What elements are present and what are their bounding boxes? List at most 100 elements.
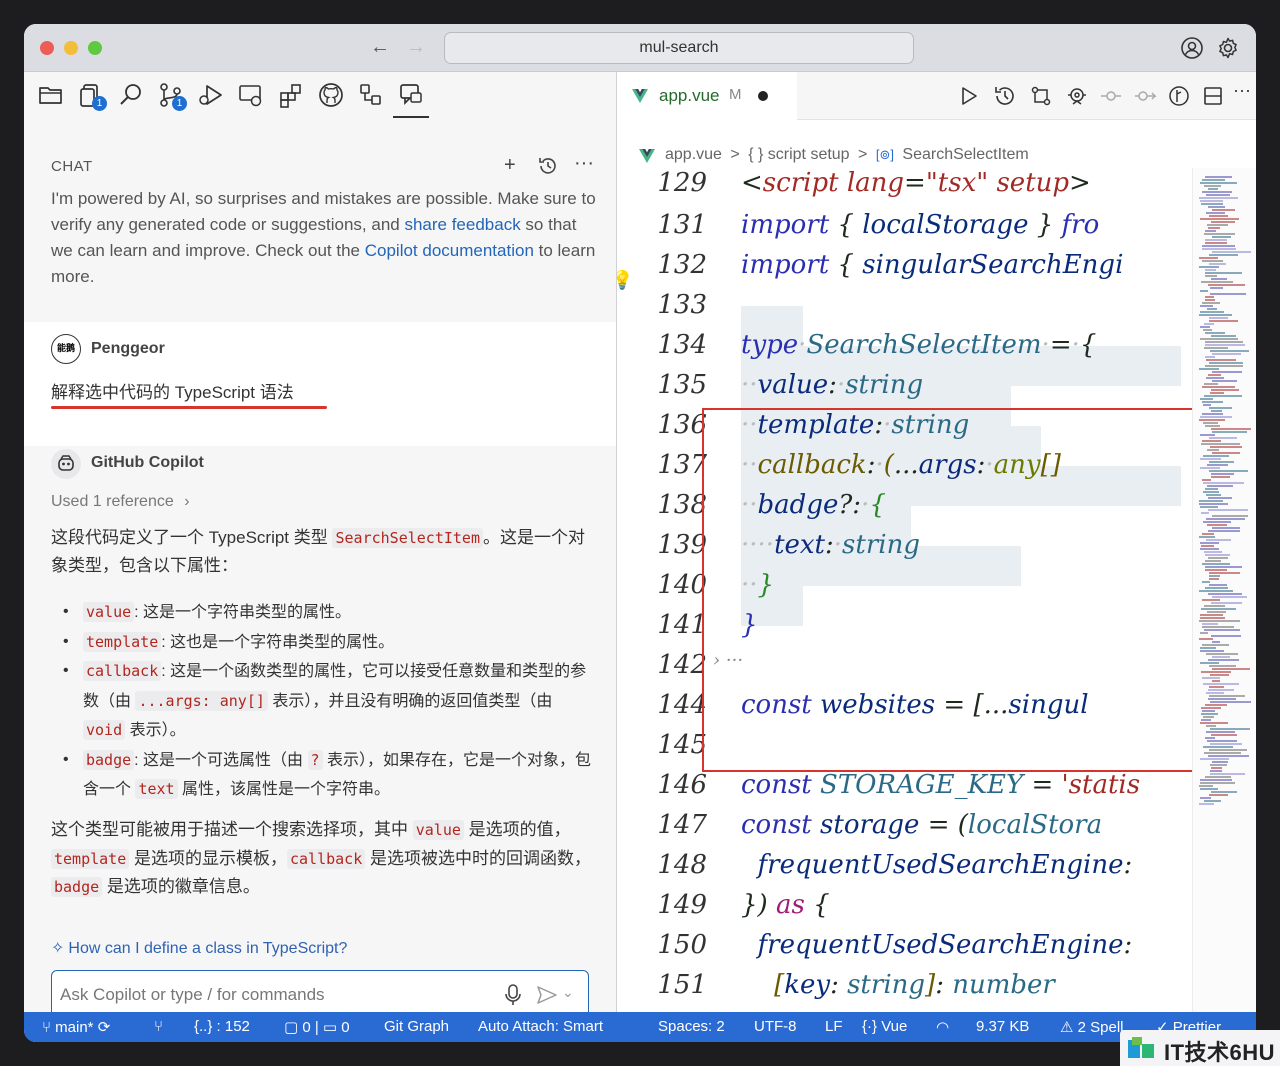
minimap-line bbox=[1205, 554, 1230, 556]
ai-disclaimer: I'm powered by AI, so surprises and mist… bbox=[51, 186, 596, 290]
send-options-chevron-icon[interactable]: ⌄ bbox=[562, 984, 574, 1001]
line-number: 137 bbox=[657, 450, 707, 480]
minimap-line bbox=[1209, 407, 1232, 409]
github-icon[interactable] bbox=[318, 82, 344, 108]
minimap-line bbox=[1201, 707, 1221, 709]
git-graph-button[interactable]: Git Graph bbox=[384, 1018, 449, 1035]
inline-code: template bbox=[51, 848, 130, 869]
indentation-status[interactable]: Spaces: 2 bbox=[658, 1018, 725, 1035]
chat-input[interactable] bbox=[60, 981, 480, 1009]
compare-changes-icon[interactable] bbox=[1029, 84, 1053, 108]
minimap-line bbox=[1199, 503, 1228, 505]
auto-attach-status[interactable]: Auto Attach: Smart bbox=[478, 1018, 603, 1035]
minimap-line bbox=[1212, 371, 1242, 373]
minimap-line bbox=[1206, 212, 1225, 214]
editor-more-icon[interactable]: ··· bbox=[1233, 80, 1256, 104]
unsaved-dot-icon[interactable] bbox=[758, 91, 768, 101]
inline-code: text bbox=[135, 779, 178, 799]
git-graph-status-icon[interactable]: ⑂ bbox=[154, 1018, 163, 1035]
source-control-icon[interactable]: 1 bbox=[158, 82, 187, 111]
list-item-text: 表示），并且没有明确的返回值类型（由 bbox=[267, 692, 553, 710]
tab-app-vue[interactable]: app.vue M bbox=[617, 72, 797, 120]
remote-explorer-icon[interactable] bbox=[238, 82, 264, 108]
line-number: 136 bbox=[657, 410, 707, 440]
code-text: const STORAGE_KEY = 'statis bbox=[741, 770, 1141, 800]
minimap-line bbox=[1202, 302, 1220, 304]
run-debug-icon[interactable] bbox=[198, 82, 224, 108]
run-icon[interactable] bbox=[957, 84, 981, 108]
share-feedback-link[interactable]: share feedback bbox=[404, 215, 520, 234]
zoom-window-button[interactable] bbox=[88, 41, 102, 55]
minimap[interactable] bbox=[1192, 168, 1256, 1012]
line-number: 133 bbox=[657, 290, 707, 320]
explorer-folder-icon[interactable] bbox=[38, 82, 64, 108]
minimap-line bbox=[1206, 518, 1245, 520]
watermark-logo bbox=[1128, 1037, 1154, 1058]
history-icon[interactable] bbox=[538, 156, 558, 182]
minimap-line bbox=[1202, 179, 1225, 181]
search-icon[interactable] bbox=[118, 82, 144, 108]
close-window-button[interactable] bbox=[40, 41, 54, 55]
send-icon[interactable] bbox=[536, 985, 558, 1010]
minimap-line bbox=[1199, 590, 1233, 592]
minimap-line bbox=[1201, 203, 1223, 205]
followup-suggestion[interactable]: ✧ How can I define a class in TypeScript? bbox=[51, 938, 347, 958]
code-line: 135 ··value:·string bbox=[617, 370, 1192, 410]
minimize-window-button[interactable] bbox=[64, 41, 78, 55]
minimap-line bbox=[1206, 539, 1231, 541]
encoding-status[interactable]: UTF-8 bbox=[754, 1018, 797, 1035]
minimap-line bbox=[1200, 458, 1221, 460]
minimap-line bbox=[1208, 227, 1220, 229]
minimap-line bbox=[1205, 365, 1243, 367]
command-center-search[interactable]: mul-search bbox=[444, 32, 914, 64]
git-graph-icon[interactable] bbox=[358, 82, 384, 108]
split-editor-icon[interactable] bbox=[1201, 84, 1225, 108]
account-icon[interactable] bbox=[1180, 36, 1204, 60]
minimap-line bbox=[1202, 260, 1223, 262]
minimap-line bbox=[1205, 569, 1227, 571]
minimap-line bbox=[1212, 680, 1220, 682]
chat-icon[interactable] bbox=[398, 82, 424, 108]
symbols-status[interactable]: {..} : 152 bbox=[194, 1018, 250, 1035]
settings-gear-icon[interactable] bbox=[1216, 36, 1240, 60]
minimap-line bbox=[1208, 755, 1249, 757]
minimap-line bbox=[1201, 713, 1218, 715]
minimap-line bbox=[1204, 233, 1235, 235]
lightbulb-icon[interactable]: 💡 bbox=[617, 270, 633, 291]
code-text: frequentUsedSearchEngine: bbox=[757, 930, 1133, 960]
minimap-line bbox=[1201, 512, 1209, 514]
minimap-line bbox=[1211, 473, 1234, 475]
breadcrumb-file[interactable]: app.vue bbox=[665, 146, 722, 163]
timeline-history-icon[interactable] bbox=[993, 84, 1017, 108]
code-line: 129 <script lang="tsx" setup> bbox=[617, 168, 1192, 208]
files-copy-icon[interactable]: 1 bbox=[78, 82, 107, 111]
new-chat-plus-icon[interactable]: + bbox=[504, 154, 516, 177]
branch-status[interactable]: ⑂ main* ⟳ bbox=[42, 1018, 110, 1036]
previous-change-icon[interactable] bbox=[1099, 84, 1123, 108]
spell-status[interactable]: ⚠ 2 Spell bbox=[1060, 1018, 1124, 1036]
copilot-docs-link[interactable]: Copilot documentation bbox=[365, 241, 534, 260]
minimap-line bbox=[1212, 431, 1247, 433]
language-status[interactable]: {·} Vue bbox=[862, 1018, 907, 1035]
breadcrumb-symbol[interactable]: SearchSelectItem bbox=[902, 146, 1028, 163]
open-changes-icon[interactable] bbox=[1167, 84, 1191, 108]
breadcrumb-script-setup[interactable]: { } script setup bbox=[748, 146, 849, 163]
code-editor[interactable]: 129 <script lang="tsx" setup> 131 import {… bbox=[617, 168, 1192, 1012]
minimap-line bbox=[1203, 716, 1214, 718]
minimap-line bbox=[1200, 467, 1220, 469]
assistant-intro: 这段代码定义了一个 TypeScript 类型 SearchSelectItem… bbox=[51, 524, 591, 579]
used-reference-toggle[interactable]: Used 1 reference › bbox=[51, 493, 190, 511]
microphone-icon[interactable] bbox=[504, 984, 522, 1011]
minimap-line bbox=[1202, 563, 1230, 565]
minimap-line bbox=[1200, 662, 1219, 664]
git-lens-icon[interactable] bbox=[1065, 84, 1089, 108]
problems-status[interactable]: ▢ 0 | ▭ 0 bbox=[284, 1018, 350, 1036]
line-number: 141 bbox=[657, 610, 707, 640]
forward-arrow-icon[interactable]: → bbox=[406, 36, 426, 59]
next-change-icon[interactable] bbox=[1133, 84, 1157, 108]
extensions-icon[interactable] bbox=[278, 82, 304, 108]
back-arrow-icon[interactable]: ← bbox=[370, 36, 390, 59]
more-actions-icon[interactable]: ··· bbox=[574, 152, 594, 175]
minimap-line bbox=[1210, 743, 1242, 745]
eol-status[interactable]: LF bbox=[825, 1018, 843, 1035]
